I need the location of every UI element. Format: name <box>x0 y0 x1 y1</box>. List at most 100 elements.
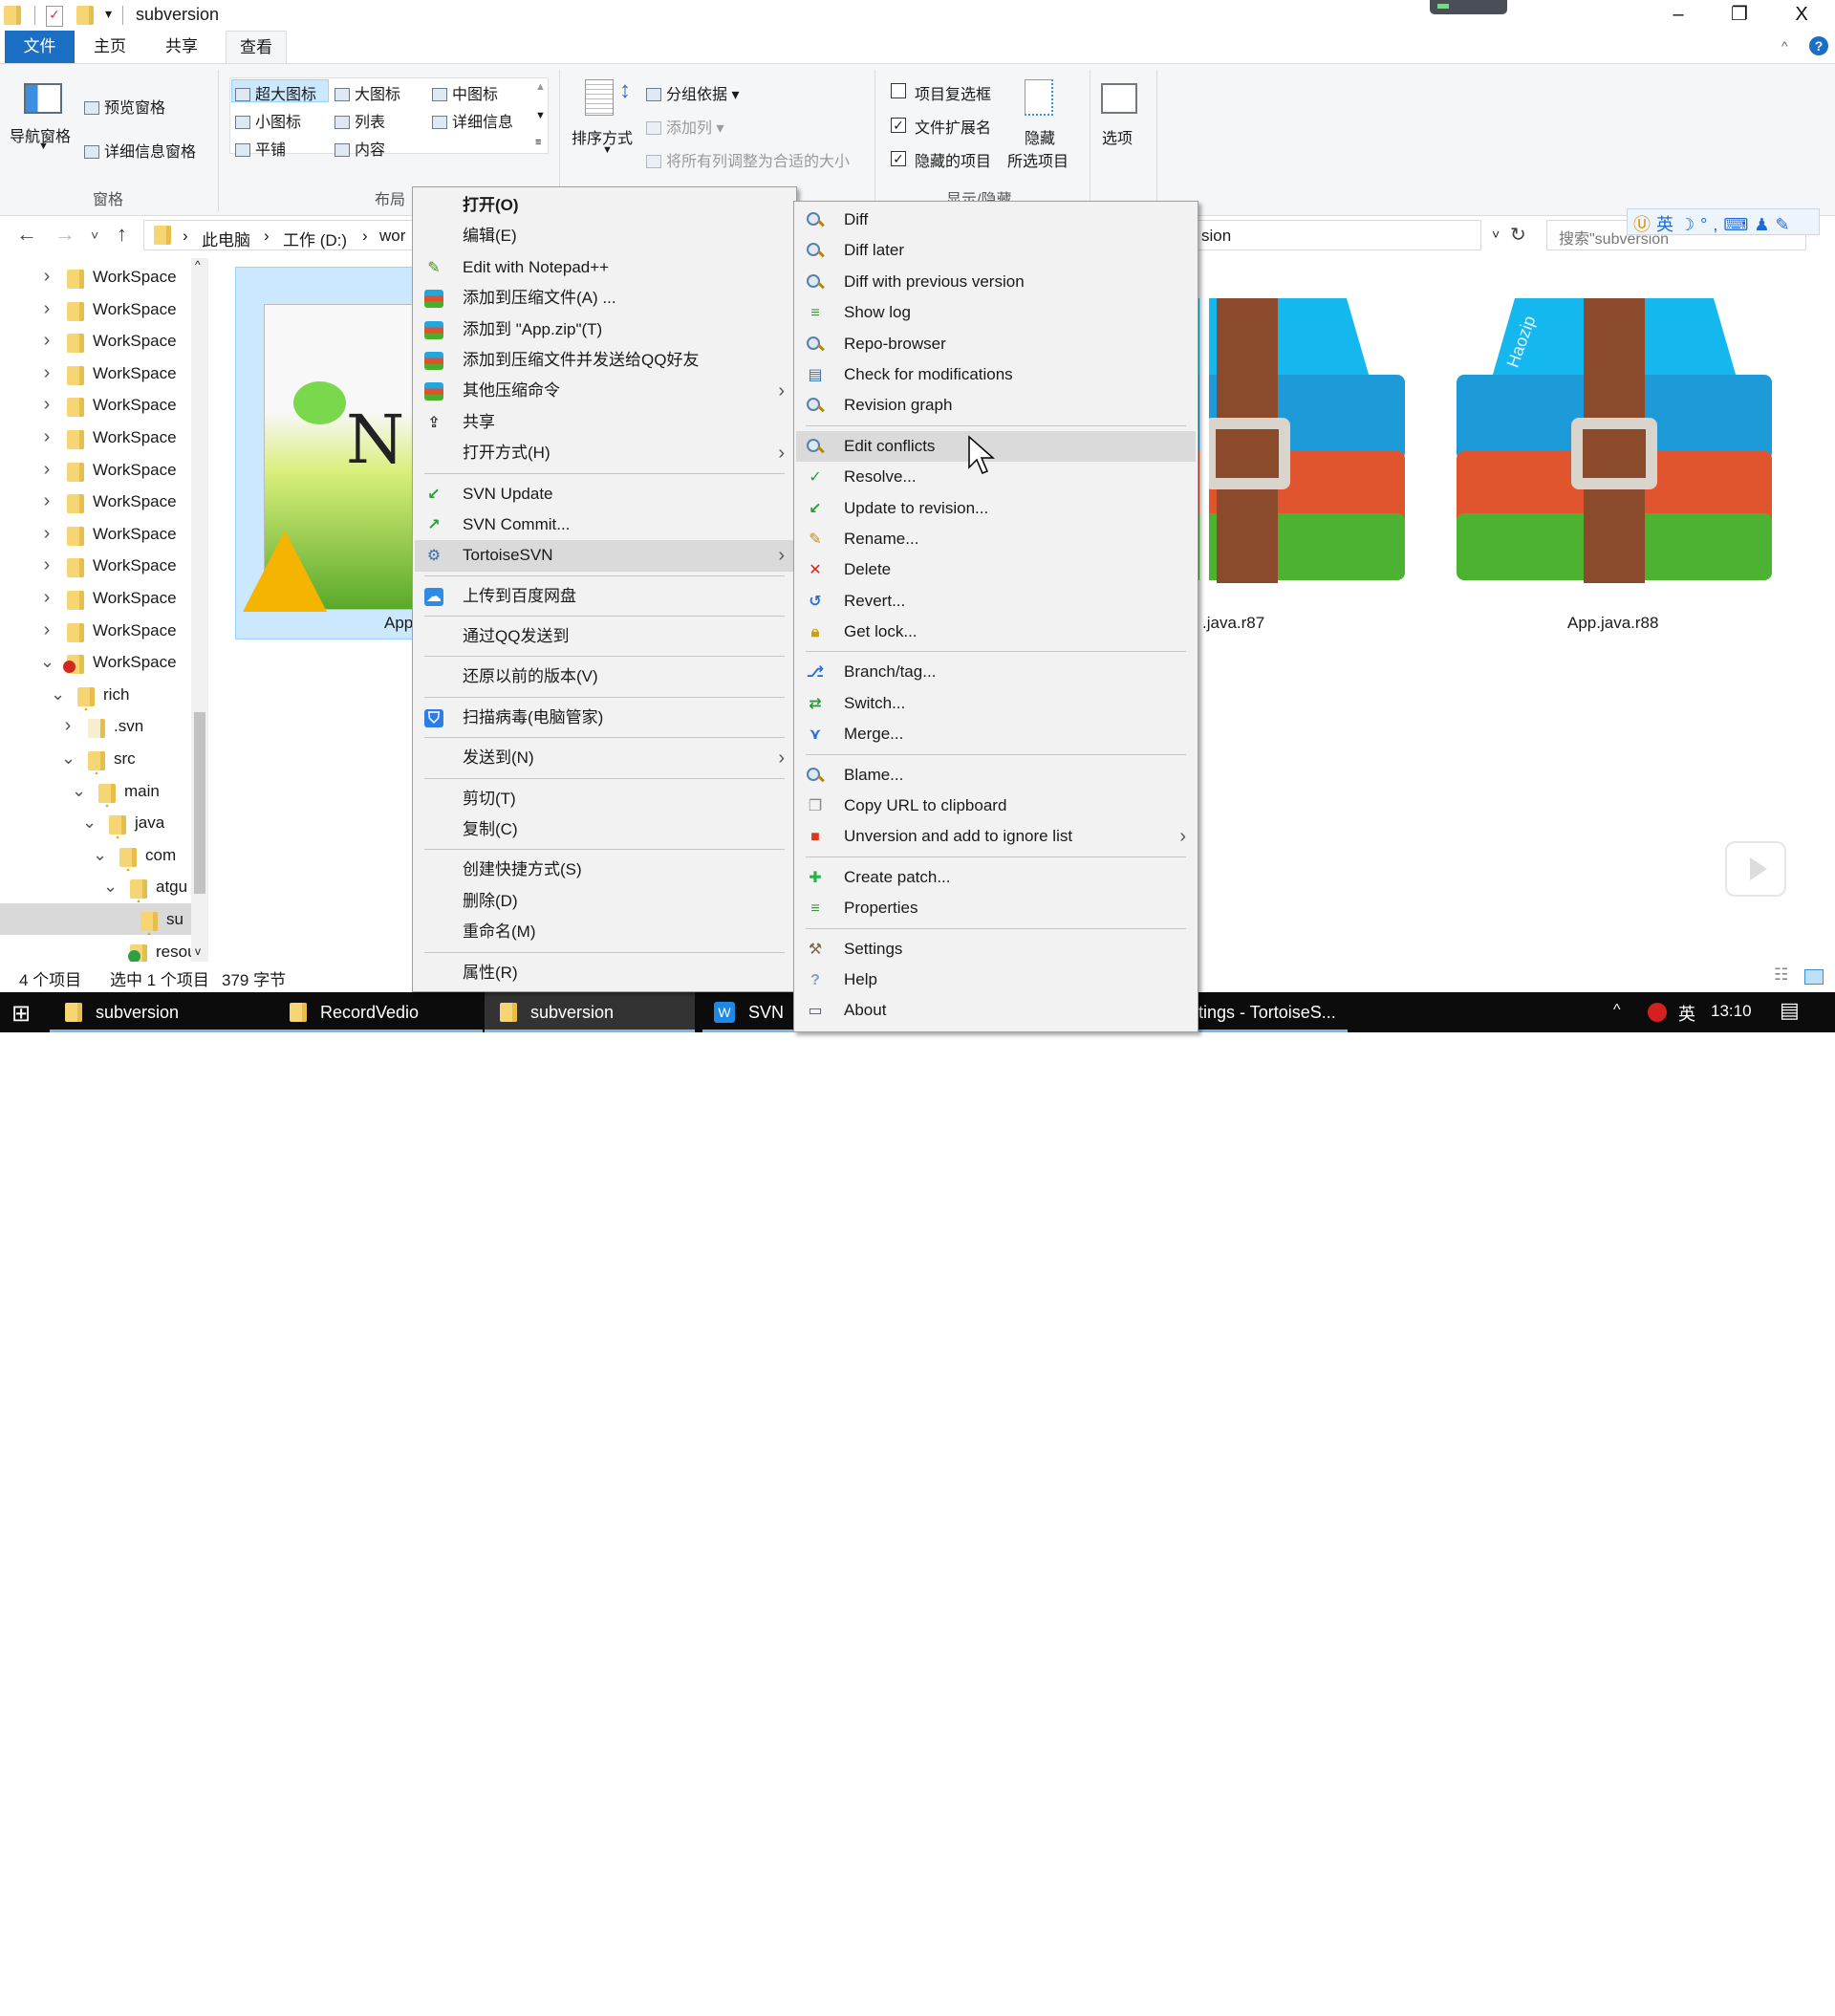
tab-view[interactable]: 查看 <box>226 31 287 63</box>
refresh-button[interactable]: ↻ <box>1510 223 1526 247</box>
menu-item[interactable]: 创建快捷方式(S) <box>415 855 794 885</box>
menu-item[interactable]: ? Help <box>796 965 1196 995</box>
menu-item[interactable]: 🔒︎ Get lock... <box>796 617 1196 647</box>
menu-item[interactable]: 其他压缩命令 › <box>415 376 794 406</box>
hidden-items-checkbox[interactable]: ✓ <box>891 151 906 166</box>
tree-item[interactable]: ⌄ java <box>0 807 191 839</box>
chevron-right-icon[interactable]: › <box>40 582 54 614</box>
menu-item[interactable]: 属性(R) <box>415 958 794 988</box>
tray-ime[interactable]: 英 <box>1678 1001 1695 1026</box>
layout-extra-large-icons[interactable]: 超大图标 <box>235 81 316 104</box>
layout-list[interactable]: 列表 <box>335 109 385 132</box>
item-checkboxes-checkbox[interactable] <box>891 83 906 98</box>
file-item-r88[interactable]: App.java.r88 <box>1567 614 1658 633</box>
layout-large-icons[interactable]: 大图标 <box>335 81 400 104</box>
menu-item[interactable]: 剪切(T) <box>415 784 794 814</box>
file-extensions-checkbox[interactable]: ✓ <box>891 118 906 133</box>
menu-item[interactable]: ≡ Show log <box>796 297 1196 328</box>
large-icons-view-icon[interactable] <box>1804 969 1824 985</box>
menu-item[interactable]: ↙ Update to revision... <box>796 493 1196 524</box>
menu-item[interactable]: ☁ 上传到百度网盘 <box>415 581 794 612</box>
menu-item[interactable]: 通过QQ发送到 <box>415 621 794 652</box>
tree-item[interactable]: › WorkSpace <box>0 454 191 486</box>
menu-item[interactable]: 添加到压缩文件(A) ... <box>415 283 794 314</box>
chevron-right-icon[interactable]: › <box>40 261 54 293</box>
chevron-right-icon[interactable]: › <box>40 422 54 453</box>
tree-item[interactable]: › WorkSpace <box>0 550 191 581</box>
back-button[interactable]: ← <box>16 222 37 247</box>
menu-item[interactable]: ≡ Properties <box>796 893 1196 923</box>
tab-share[interactable]: 共享 <box>162 31 201 63</box>
tree-item[interactable]: ⌄ main <box>0 775 191 807</box>
menu-item[interactable]: ↗ SVN Commit... <box>415 509 794 540</box>
menu-item[interactable]: 打开(O) <box>415 190 794 221</box>
customize-quick-access-icon[interactable]: ▾ <box>105 6 112 22</box>
tree-item[interactable]: resour <box>0 936 191 962</box>
chevron-right-icon[interactable]: › <box>40 518 54 550</box>
tree-item[interactable]: › WorkSpace <box>0 325 191 357</box>
tree-item[interactable]: ⌄ src <box>0 743 191 774</box>
menu-item[interactable]: ❐ Copy URL to clipboard <box>796 791 1196 821</box>
menu-item[interactable]: ▭ About <box>796 995 1196 1026</box>
menu-item[interactable]: ⇪ 共享 <box>415 407 794 438</box>
up-button[interactable]: ↑ <box>117 222 127 247</box>
chevron-right-icon[interactable]: › <box>40 293 54 325</box>
chevron-right-icon[interactable]: › <box>40 486 54 517</box>
collapse-ribbon-icon[interactable]: ^ <box>1781 38 1788 54</box>
chevron-down-icon[interactable]: ⌄ <box>93 839 107 871</box>
hide-selected-button[interactable]: 隐藏 <box>1025 125 1055 148</box>
menu-item[interactable]: ⋎ Merge... <box>796 719 1196 749</box>
breadcrumb-current[interactable]: sion <box>1201 227 1231 246</box>
restore-button[interactable]: ❐ <box>1711 0 1768 33</box>
chevron-right-icon[interactable]: › <box>40 325 54 357</box>
recent-locations-button[interactable]: ˅ <box>91 228 98 243</box>
menu-item[interactable]: ⚙ TortoiseSVN › <box>415 540 794 572</box>
tree-item[interactable]: › WorkSpace <box>0 422 191 453</box>
tree-item[interactable]: › WorkSpace <box>0 615 191 646</box>
file-item-r87[interactable] <box>1199 287 1209 602</box>
menu-item[interactable]: ⇄ Switch... <box>796 688 1196 719</box>
layout-tiles[interactable]: 平铺 <box>235 137 286 160</box>
menu-item[interactable]: ✎ Edit with Notepad++ <box>415 252 794 283</box>
tree-item[interactable]: › WorkSpace <box>0 261 191 293</box>
layout-small-icons[interactable]: 小图标 <box>235 109 301 132</box>
tree-item[interactable]: su <box>0 903 191 935</box>
menu-item[interactable]: 打开方式(H) › <box>415 438 794 468</box>
add-columns-button[interactable]: 添加列 ▾ <box>646 115 724 138</box>
details-pane-button[interactable]: 详细信息窗格 <box>84 139 196 162</box>
chevron-right-icon[interactable]: › <box>40 358 54 389</box>
menu-item[interactable]: 编辑(E) <box>415 221 794 251</box>
group-by-button[interactable]: 分组依据 ▾ <box>646 81 740 104</box>
breadcrumb-folder[interactable]: wor <box>379 227 405 246</box>
chevron-right-icon[interactable]: › <box>40 454 54 486</box>
tab-file[interactable]: 文件 <box>5 31 75 63</box>
gallery-scroll-down-icon[interactable]: ▼ <box>535 110 546 121</box>
menu-item[interactable]: Blame... <box>796 760 1196 791</box>
layout-details[interactable]: 详细信息 <box>432 109 513 132</box>
menu-item[interactable]: ✎ Rename... <box>796 524 1196 554</box>
tree-item[interactable]: › WorkSpace <box>0 486 191 517</box>
taskbar-item-subversion[interactable]: subversion <box>50 992 274 1032</box>
ime-mode[interactable]: 英 <box>1656 215 1679 234</box>
breadcrumb-this-pc[interactable]: 此电脑 <box>202 227 250 250</box>
navigation-pane-icon[interactable] <box>24 83 62 114</box>
chevron-right-icon[interactable]: › <box>40 389 54 421</box>
menu-item[interactable]: 复制(C) <box>415 814 794 845</box>
new-folder-quick-icon[interactable] <box>76 6 94 27</box>
menu-item[interactable]: Repo-browser <box>796 329 1196 359</box>
chevron-down-icon[interactable]: ⌄ <box>72 775 86 807</box>
tray-overflow-icon[interactable]: ^ <box>1613 1002 1621 1019</box>
menu-item[interactable]: 重命名(M) <box>415 917 794 947</box>
help-icon[interactable]: ? <box>1809 36 1828 55</box>
menu-item[interactable]: 删除(D) <box>415 886 794 917</box>
chevron-down-icon[interactable]: ⌄ <box>61 743 76 774</box>
action-center-icon[interactable]: ▤ <box>1780 998 1800 1023</box>
scroll-up-icon[interactable]: ^ <box>195 258 201 271</box>
chevron-down-icon[interactable]: ⌄ <box>103 871 118 902</box>
menu-item[interactable]: ⎇ Branch/tag... <box>796 657 1196 687</box>
tab-home[interactable]: 主页 <box>91 31 129 63</box>
menu-item[interactable]: ↺ Revert... <box>796 586 1196 617</box>
tray-clock[interactable]: 13:10 <box>1711 1002 1752 1021</box>
size-columns-button[interactable]: 将所有列调整为合适的大小 <box>646 148 850 171</box>
taskbar-item-recordvedio[interactable]: RecordVedio <box>274 992 483 1032</box>
